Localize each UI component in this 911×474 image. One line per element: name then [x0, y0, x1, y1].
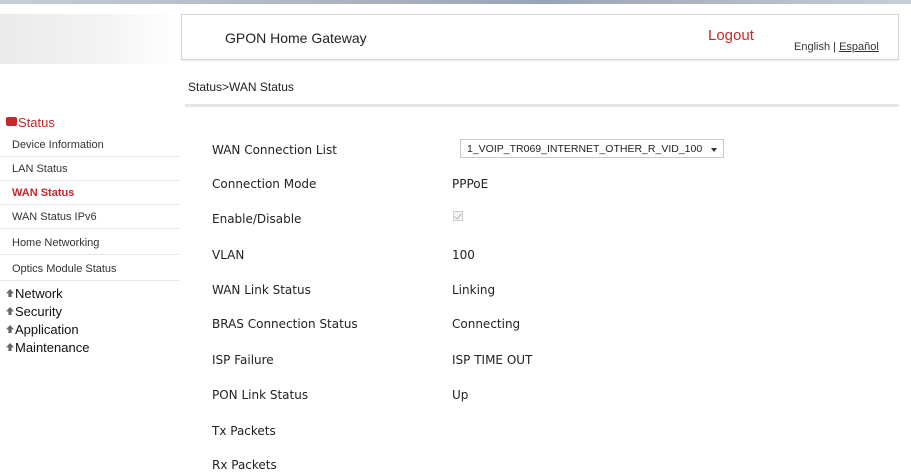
enable-checkbox[interactable] [453, 211, 463, 221]
sidebar-section-label: Security [15, 304, 62, 319]
sidebar-section-application[interactable]: Application [6, 322, 79, 337]
expand-arrow-icon [6, 325, 14, 333]
section-collapse-icon [6, 117, 17, 126]
sidebar-section-status[interactable]: Status [6, 115, 55, 130]
sidebar-section-network[interactable]: Network [6, 286, 63, 301]
vlan-label: VLAN [212, 248, 245, 262]
top-accent-line [0, 0, 911, 4]
sidebar-item-home-networking[interactable]: Home Networking [0, 232, 180, 255]
sidebar-section-label: Maintenance [15, 340, 90, 355]
breadcrumb: Status>WAN Status [188, 80, 294, 94]
chevron-down-icon [711, 148, 717, 152]
wan-connection-list-label: WAN Connection List [212, 143, 337, 157]
wan-connection-select[interactable]: 1_VOIP_TR069_INTERNET_OTHER_R_VID_100 [460, 139, 724, 158]
lang-espanol-link[interactable]: Español [839, 41, 879, 53]
enable-disable-label: Enable/Disable [212, 212, 302, 226]
sidebar-item-lan-status[interactable]: LAN Status [0, 158, 180, 181]
sidebar-item-wan-status-ipv6[interactable]: WAN Status IPv6 [0, 206, 180, 229]
sidebar-item-optics-module-status[interactable]: Optics Module Status [0, 258, 180, 281]
sidebar-section-security[interactable]: Security [6, 304, 62, 319]
expand-arrow-icon [6, 307, 14, 315]
sidebar-section-maintenance[interactable]: Maintenance [6, 340, 89, 355]
bras-connection-status-label: BRAS Connection Status [212, 317, 358, 331]
wan-link-status-value: Linking [452, 283, 496, 297]
connection-mode-label: Connection Mode [212, 177, 317, 191]
logo-area [0, 14, 180, 64]
logout-link[interactable]: Logout [708, 27, 754, 44]
expand-arrow-icon [6, 289, 14, 297]
connection-mode-value: PPPoE [452, 177, 489, 191]
sidebar-section-label: Status [18, 115, 55, 130]
sidebar-section-label: Application [15, 322, 79, 337]
tx-packets-label: Tx Packets [212, 424, 276, 438]
lang-english-link[interactable]: English [794, 41, 830, 53]
wan-link-status-label: WAN Link Status [212, 283, 311, 297]
isp-failure-label: ISP Failure [212, 353, 274, 367]
language-switcher: English | Español [794, 41, 879, 53]
pon-link-status-label: PON Link Status [212, 388, 309, 402]
product-name: GPON Home Gateway [225, 30, 367, 46]
rx-packets-label: Rx Packets [212, 458, 277, 472]
vlan-value: 100 [452, 248, 475, 262]
sidebar-section-label: Network [15, 286, 63, 301]
pon-link-status-value: Up [452, 388, 469, 402]
wan-connection-select-value: 1_VOIP_TR069_INTERNET_OTHER_R_VID_100 [467, 143, 703, 155]
sidebar-item-wan-status[interactable]: WAN Status [0, 182, 180, 205]
bras-connection-status-value: Connecting [452, 317, 521, 331]
isp-failure-value: ISP TIME OUT [452, 353, 533, 367]
breadcrumb-divider [185, 104, 899, 107]
expand-arrow-icon [6, 343, 14, 351]
sidebar-item-device-information[interactable]: Device Information [0, 134, 180, 157]
lang-separator: | [833, 41, 836, 53]
